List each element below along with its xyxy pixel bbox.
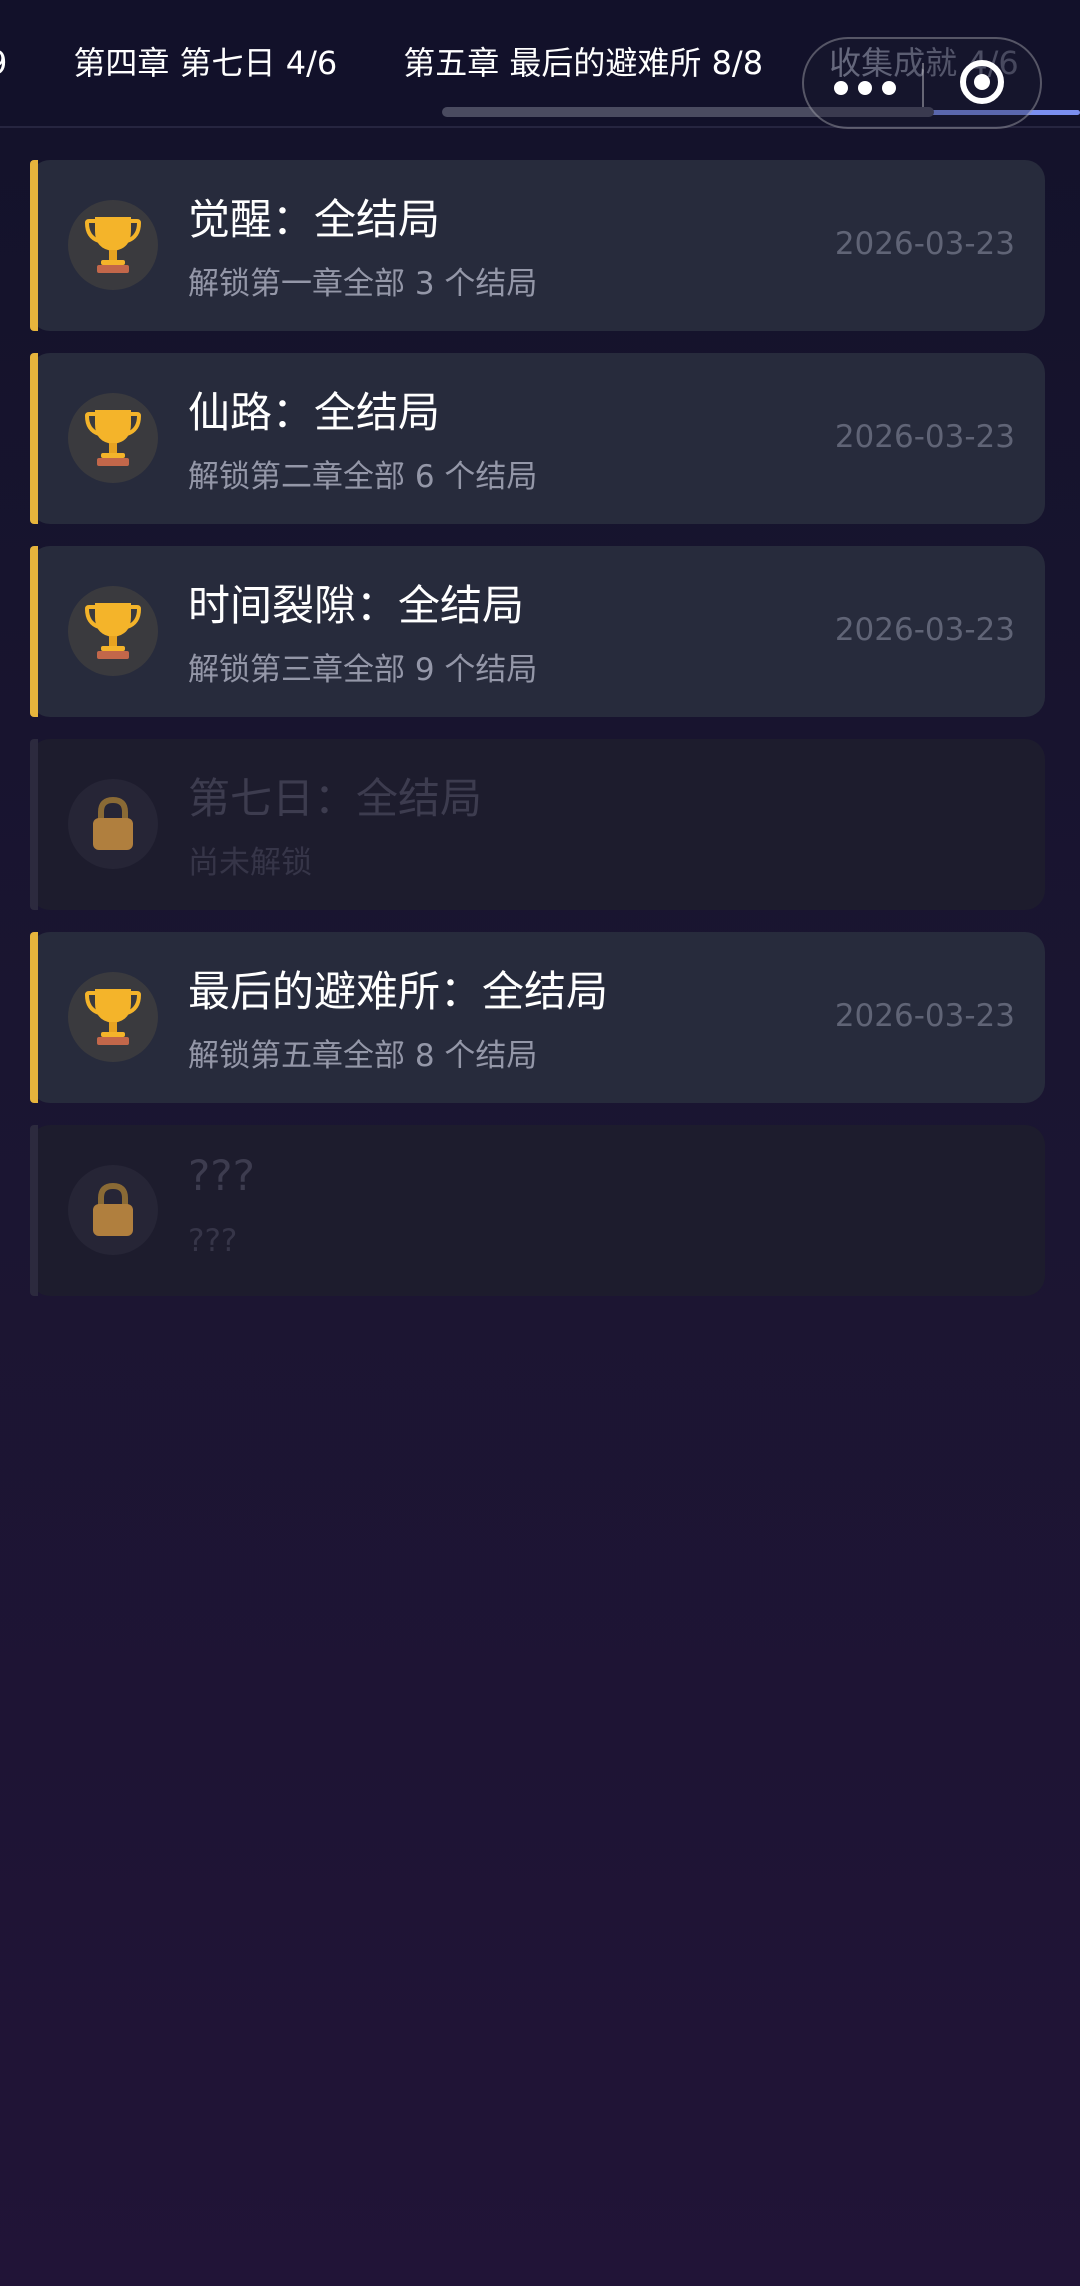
capsule-divider: [922, 63, 924, 107]
achievement-description: 解锁第二章全部 6 个结局: [188, 459, 538, 495]
achievement-description: 解锁第三章全部 9 个结局: [188, 652, 538, 688]
achievement-card-locked[interactable]: ??? ???: [30, 1125, 1045, 1296]
achievement-card[interactable]: 时间裂隙：全结局 解锁第三章全部 9 个结局 2026-03-23: [30, 546, 1045, 717]
achievement-title: 第七日：全结局: [188, 774, 483, 823]
achievement-title: 最后的避难所：全结局: [188, 967, 609, 1016]
achievement-description: 尚未解锁: [188, 845, 312, 881]
achievement-card[interactable]: 仙路：全结局 解锁第二章全部 6 个结局 2026-03-23: [30, 353, 1045, 524]
achievement-title: 仙路：全结局: [188, 388, 441, 437]
tab-chapter-3[interactable]: 9: [0, 0, 40, 126]
tab-chapter-4[interactable]: 第四章 第七日 4/6: [40, 0, 370, 126]
achievement-list: 觉醒：全结局 解锁第一章全部 3 个结局 2026-03-23 仙路：全结局 解…: [30, 160, 1045, 1318]
lock-icon: [68, 779, 158, 869]
achievement-card[interactable]: 觉醒：全结局 解锁第一章全部 3 个结局 2026-03-23: [30, 160, 1045, 331]
more-menu-icon[interactable]: [834, 81, 896, 95]
achievement-date: 2026-03-23: [834, 998, 1015, 1034]
achievement-title: 时间裂隙：全结局: [188, 581, 525, 630]
trophy-icon: [68, 586, 158, 676]
achievement-description: 解锁第五章全部 8 个结局: [188, 1038, 538, 1074]
miniprogram-capsule: [802, 37, 1042, 129]
achievement-description: 解锁第一章全部 3 个结局: [188, 266, 538, 302]
achievement-card-locked[interactable]: 第七日：全结局 尚未解锁: [30, 739, 1045, 910]
achievement-description: ???: [188, 1223, 238, 1259]
achievement-card[interactable]: 最后的避难所：全结局 解锁第五章全部 8 个结局 2026-03-23: [30, 932, 1045, 1103]
trophy-icon: [68, 393, 158, 483]
achievement-date: 2026-03-23: [834, 226, 1015, 262]
achievement-date: 2026-03-23: [834, 419, 1015, 455]
trophy-icon: [68, 972, 158, 1062]
achievement-title: ???: [188, 1151, 255, 1200]
achievement-title: 觉醒：全结局: [188, 195, 441, 244]
lock-icon: [68, 1165, 158, 1255]
close-miniprogram-icon[interactable]: [960, 60, 1004, 104]
trophy-icon: [68, 200, 158, 290]
achievement-date: 2026-03-23: [834, 612, 1015, 648]
